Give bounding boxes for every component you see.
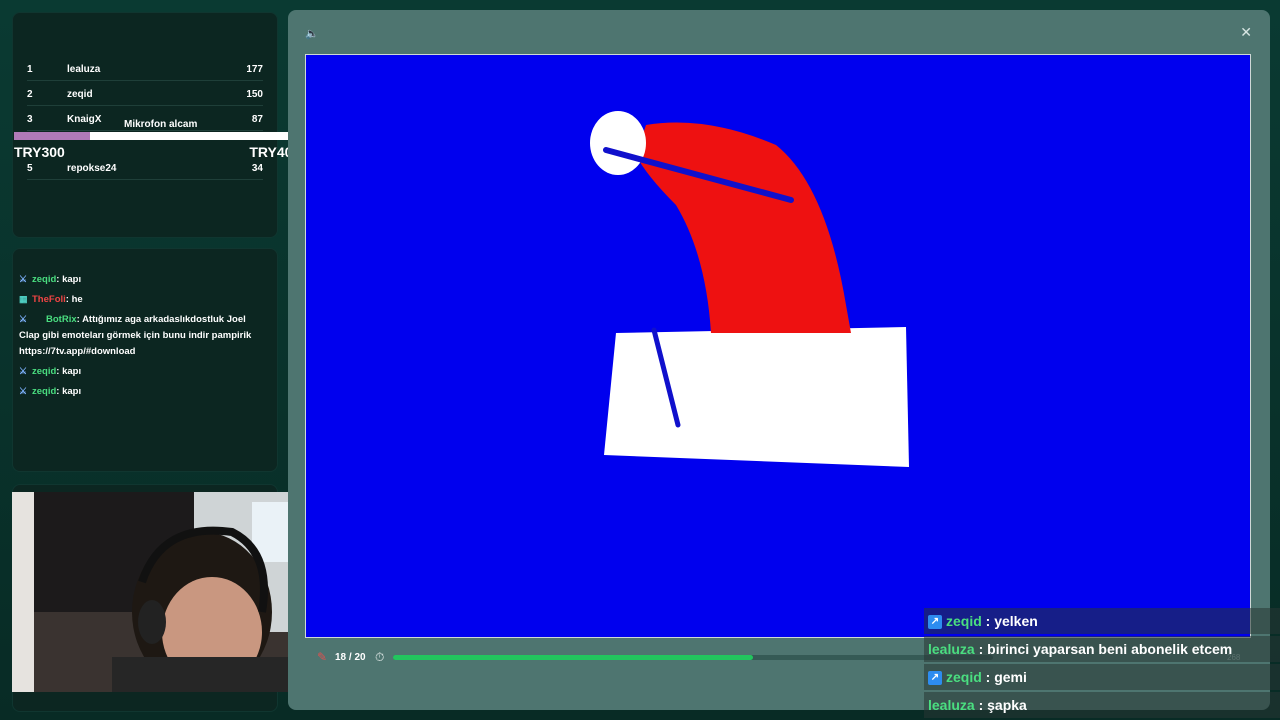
overlay-username: lealuza <box>928 641 975 657</box>
drawing <box>306 55 1250 637</box>
chat-username[interactable]: TheFoli <box>32 294 66 305</box>
moderator-badge-icon: ↗ <box>928 615 942 630</box>
sword-icon: ⚔ <box>19 274 28 284</box>
sword-icon: ⚔ <box>19 366 28 376</box>
leaderboard-name: lealuza <box>67 63 101 75</box>
leaderboard-rank: 5 <box>27 162 33 174</box>
leaderboard-score: 150 <box>246 88 263 100</box>
leaderboard-row: 2 zeqid 150 <box>27 83 263 106</box>
webcam-feed <box>12 492 304 692</box>
chat-username[interactable]: zeqid <box>32 386 56 397</box>
goal-progress-fill <box>14 132 91 140</box>
round-counter: 18 / 20 <box>335 652 366 663</box>
close-icon[interactable]: ✕ <box>1240 24 1252 41</box>
badge-icon: ▦ <box>19 294 28 304</box>
chat-text: : kapı <box>56 386 82 397</box>
chat-text: : kapı <box>56 274 82 285</box>
chat-username[interactable]: BotRix <box>46 314 77 325</box>
leaderboard-row: 1 lealuza 177 <box>27 58 263 81</box>
chat-message: ⚔ zeqid: kapı <box>19 271 267 288</box>
overlay-chat-message: lealuza : şapka <box>924 692 1280 718</box>
webcam-image <box>12 492 304 692</box>
chat-text: : he <box>65 294 83 305</box>
chat-panel: ⚔ zeqid: kapı ▦ TheFoli: he ⚔ BotRix: Attığ… <box>12 248 278 472</box>
moderator-badge-icon: ↗ <box>928 671 942 686</box>
goal-label: Mikrofon alcam <box>124 119 198 130</box>
chat-message: ⚔ zeqid: kapı <box>19 363 267 380</box>
timer-icon: ⏱ <box>375 650 385 664</box>
timer-fill <box>393 655 753 660</box>
goal-progress-track <box>14 132 308 140</box>
pencil-icon: ✎ <box>317 650 328 664</box>
chat-text: : kapı <box>56 366 82 377</box>
leaderboard-name: repokse24 <box>67 162 117 174</box>
leaderboard-rank: 1 <box>27 63 33 75</box>
drawing-canvas[interactable] <box>305 54 1251 638</box>
chat-message: ▦ TheFoli: he <box>19 291 267 308</box>
chat-username[interactable]: zeqid <box>32 274 56 285</box>
chat-message: ⚔ BotRix: Attığımız aga arkadaslıkdostluk… <box>19 311 267 360</box>
leaderboard-score: 34 <box>251 162 263 174</box>
goal-min-amount: TRY300 <box>14 144 65 160</box>
drawing-game-window: 🔈 ✕ ✎ 18 / 20 ⏱ 268 <box>288 10 1270 710</box>
timer-track <box>393 655 993 660</box>
chat-message: ⚔ zeqid: kapı <box>19 383 267 400</box>
overlay-chat-message: lealuza : birinci yaparsan beni abonelik… <box>924 636 1280 662</box>
overlay-chat-message: ↗ zeqid : yelken <box>924 608 1280 634</box>
overlay-username: lealuza <box>928 697 975 713</box>
overlay-username: zeqid <box>946 613 982 629</box>
leaderboard-name: zeqid <box>67 88 93 100</box>
overlay-text: : gemi <box>981 669 1027 685</box>
overlay-chat-message: ↗ zeqid : gemi <box>924 664 1280 690</box>
leaderboard-rank: 2 <box>27 88 33 100</box>
stream-chat-overlay: ↗ zeqid : yelken lealuza : birinci yapars… <box>924 608 1280 720</box>
overlay-text: : şapka <box>974 697 1027 713</box>
leaderboard-score: 177 <box>246 63 263 75</box>
sword-icon: ⚔ <box>19 386 28 396</box>
overlay-text: : yelken <box>981 613 1038 629</box>
overlay-text: : birinci yaparsan beni abonelik etcem <box>974 641 1233 657</box>
donation-goal: Mikrofon alcam TRY300 TRY4000 <box>14 116 308 162</box>
speaker-icon[interactable]: 🔈 <box>305 27 319 40</box>
chat-username[interactable]: zeqid <box>32 366 56 377</box>
overlay-username: zeqid <box>946 669 982 685</box>
sword-icon: ⚔ <box>19 314 28 324</box>
